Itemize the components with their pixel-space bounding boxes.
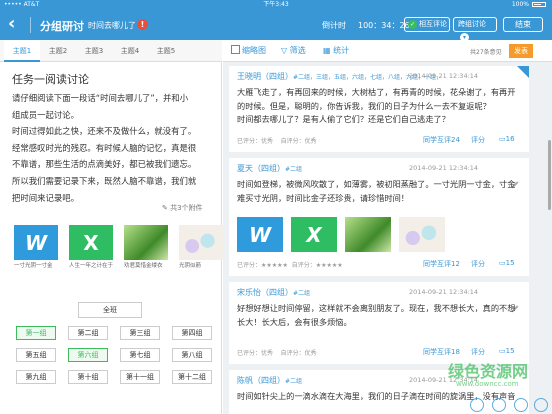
status-bar: ••••• AT&T 下午3:43 100%: [0, 0, 552, 10]
post-text: 大雁飞走了，有再回来的时候，大树枯了，有再青的时候，花朵谢了，有再开的时候。但是…: [237, 87, 516, 125]
attachment-image-leaf[interactable]: 劝君莫惜金缕衣: [124, 225, 168, 270]
score-button[interactable]: 评分: [471, 259, 485, 269]
post-author: 夏天（四组）#二组: [237, 164, 303, 173]
home-icon[interactable]: [470, 398, 484, 412]
word-doc-icon[interactable]: W: [237, 217, 283, 252]
whole-class-button[interactable]: 全班: [78, 302, 142, 318]
new-marker: [517, 66, 529, 78]
clock: 下午3:43: [263, 1, 289, 8]
page-subtitle: 时间去哪儿了: [88, 21, 136, 30]
comment-icon: ▭: [499, 135, 506, 143]
peer-review-button[interactable]: 同学互评12: [423, 259, 460, 269]
group-button[interactable]: 第四组: [172, 326, 212, 340]
grid-icon: [231, 45, 240, 54]
task-title: 任务一阅读讨论: [12, 73, 89, 86]
discussion-toolbar: 缩略图 ▽ 筛选 ▦ 统计 共27条意见 发表: [223, 40, 552, 62]
comment-icon: ▭: [499, 347, 506, 355]
excel-doc-icon: X: [69, 225, 113, 260]
star-icon[interactable]: [534, 398, 548, 412]
countdown-label: 倒计时: [322, 21, 346, 30]
bottom-icon-bar: [470, 398, 552, 412]
attachment-image-eggs[interactable]: 光阴似箭: [179, 225, 223, 270]
group-button[interactable]: 第十组: [68, 370, 108, 384]
group-button[interactable]: 第五组: [16, 348, 56, 362]
filter-icon: ▽: [281, 46, 288, 55]
chevron-left-icon: ‹: [8, 13, 16, 34]
end-button[interactable]: 结束: [503, 17, 543, 32]
tab-topic-3[interactable]: 主题3: [76, 40, 112, 62]
task-description: 请仔细阅读下面一段话“时间去哪儿了”，并和小 组成员一起讨论。 时间过得如此之快…: [12, 93, 197, 203]
cross-group-discussion-button[interactable]: 跨组讨论▾: [453, 17, 497, 42]
attachments-list: W一寸光阴一寸金 X人生一年之计在于春 劝君莫惜金缕衣 光阴似箭: [14, 225, 223, 291]
scrollbar[interactable]: [548, 140, 551, 210]
group-button[interactable]: 第十二组: [172, 370, 212, 384]
comments-button[interactable]: ▭15: [499, 259, 515, 267]
leaf-image-thumbnail[interactable]: [345, 217, 391, 252]
post-button[interactable]: 发表: [509, 44, 533, 58]
post-ratings: 已评分：优秀 自评分：优秀: [237, 138, 317, 145]
comments-button[interactable]: ▭15: [499, 347, 515, 355]
tab-topic-5[interactable]: 主题5: [148, 40, 184, 62]
attachment-word[interactable]: W 一寸光阴一寸金: [14, 225, 58, 270]
post-date: 2014-09-21 12:34:14: [409, 164, 479, 172]
attachment-excel[interactable]: X人生一年之计在于春: [69, 225, 113, 270]
group-button[interactable]: 第一组: [16, 326, 56, 340]
score-button[interactable]: 评分: [471, 135, 485, 145]
peer-review-button[interactable]: 同学互评24: [423, 135, 460, 145]
filter-button[interactable]: ▽ 筛选: [281, 45, 306, 56]
post-text: 时间如登梯，被微风吹散了，如薄雾，被初阳蒸融了。一寸光阴一寸金，寸金难买寸光阴，…: [237, 179, 516, 203]
post-card[interactable]: 夏天（四组）#二组 2014-09-21 12:34:14 时间如登梯，被微风吹…: [229, 158, 529, 276]
thumbnail-view-button[interactable]: 缩略图: [231, 45, 266, 56]
eggs-image-thumbnail[interactable]: [399, 217, 445, 252]
post-author: 陈帆（四组）#二组: [237, 376, 303, 385]
tab-topic-1[interactable]: 主题1: [4, 40, 40, 62]
tab-topic-2[interactable]: 主题2: [40, 40, 76, 62]
post-date: 2014-09-21 12:34:14: [409, 288, 479, 296]
top-header: ‹ 分组研讨 时间去哪儿了 ! 倒计时 100：34：26 ✓ 相互评论 跨组讨论…: [0, 10, 552, 42]
comment-icon: ▭: [499, 259, 506, 267]
battery-icon: [532, 2, 546, 7]
group-button[interactable]: 第十一组: [120, 370, 160, 384]
word-doc-icon: W: [14, 225, 58, 260]
post-author: 宋乐怡（四组）#二组: [237, 288, 311, 297]
post-card[interactable]: 宋乐怡（四组）#二组 2014-09-21 12:34:14 好想好想让时间停留…: [229, 282, 529, 364]
leaf-image-thumbnail: [124, 225, 168, 260]
comments-button[interactable]: ▭16: [499, 135, 515, 143]
group-button[interactable]: 第二组: [68, 326, 108, 340]
task-panel: 主题1 主题2 主题3 主题4 主题5 任务一阅读讨论 请仔细阅读下面一段话“时…: [0, 40, 223, 414]
eggs-image-thumbnail: [179, 225, 223, 260]
post-ratings: 已评分：优秀 自评分：优秀: [237, 350, 317, 357]
excel-doc-icon[interactable]: X: [291, 217, 337, 252]
post-date: 2014-09-21 12:34:14: [409, 72, 479, 80]
group-button[interactable]: 第三组: [120, 326, 160, 340]
group-button[interactable]: 第七组: [120, 348, 160, 362]
chart-icon: ▦: [323, 46, 331, 55]
tab-topic-4[interactable]: 主题4: [112, 40, 148, 62]
stats-button[interactable]: ▦ 统计: [323, 45, 349, 56]
topic-tabs: 主题1 主题2 主题3 主题4 主题5: [0, 40, 222, 62]
mutual-review-toggle[interactable]: ✓ 相互评论: [404, 17, 450, 32]
group-button[interactable]: 第八组: [172, 348, 212, 362]
post-card[interactable]: 王晓明（四组）#二组，三组，五组，六组，七组，八组，九组，十组， 2014-09…: [229, 66, 529, 152]
post-text: 好想好想让时间停留，这样就不会离别朋友了。现在，我不想长大，真的不想长大！长大后…: [237, 303, 516, 327]
header-divider: [30, 17, 31, 33]
opinion-count: 共27条意见: [470, 49, 502, 56]
attachments-count[interactable]: ✎ 共3个附件: [162, 203, 203, 213]
countdown-timer: 100：34：26: [358, 21, 410, 30]
alert-icon[interactable]: !: [137, 19, 148, 30]
back-button[interactable]: ‹: [8, 14, 15, 34]
refresh-icon[interactable]: [492, 398, 506, 412]
group-button[interactable]: 第九组: [16, 370, 56, 384]
post-ratings: 已评分：★★★★★ 自评分：★★★★★: [237, 262, 343, 269]
page-title: 分组研讨: [40, 20, 84, 33]
edit-icon[interactable]: [514, 398, 528, 412]
group-button[interactable]: 第六组: [68, 348, 108, 362]
battery-indicator: 100%: [512, 0, 546, 10]
check-icon: ✓: [408, 20, 417, 29]
